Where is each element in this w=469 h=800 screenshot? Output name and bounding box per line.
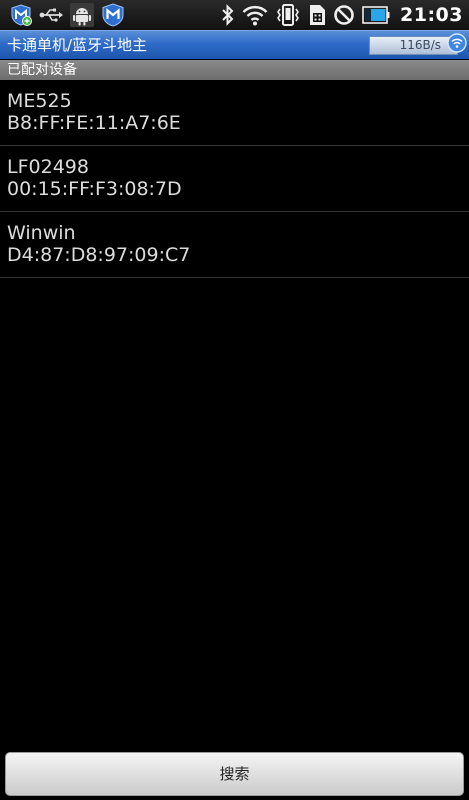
wifi-badge-icon (447, 33, 467, 53)
paired-devices-header: 已配对设备 (0, 60, 469, 80)
app-title: 卡通单机/蓝牙斗地主 (7, 36, 148, 54)
status-clock: 21:03 (400, 4, 463, 26)
shield-icon (102, 3, 124, 27)
status-bar: 21:03 (0, 0, 469, 30)
device-name: Winwin (7, 222, 76, 244)
device-address: D4:87:D8:97:09:C7 (7, 244, 191, 266)
vibrate-icon (277, 4, 299, 26)
device-name: LF02498 (7, 156, 89, 178)
device-item-lf02498[interactable]: LF02498 00:15:FF:F3:08:7D (0, 146, 469, 212)
paired-device-list: ME525 B8:FF:FE:11:A7:6E LF02498 00:15:FF… (0, 80, 469, 278)
device-item-winwin[interactable]: Winwin D4:87:D8:97:09:C7 (0, 212, 469, 278)
device-address: B8:FF:FE:11:A7:6E (7, 112, 181, 134)
bluetooth-icon (222, 4, 234, 26)
wifi-icon (242, 5, 268, 26)
device-address: 00:15:FF:F3:08:7D (7, 178, 182, 200)
shield-notification-icon (11, 4, 32, 26)
sim-icon (310, 5, 326, 25)
usb-icon (39, 8, 63, 22)
search-button[interactable]: 搜索 (5, 752, 464, 796)
status-bar-system: 21:03 (221, 0, 469, 30)
device-name: ME525 (7, 90, 72, 112)
status-bar-notifications (0, 0, 125, 30)
network-speed-indicator: 116B/s (369, 36, 458, 55)
no-signal-icon (334, 5, 354, 25)
title-bar: 卡通单机/蓝牙斗地主 116B/s (0, 30, 469, 59)
bluetooth-device-screen: 21:03 卡通单机/蓝牙斗地主 116B/s 已配对设备 ME525 B8:F… (0, 0, 469, 800)
battery-icon (362, 6, 390, 24)
android-debug-icon (70, 3, 94, 27)
device-item-me525[interactable]: ME525 B8:FF:FE:11:A7:6E (0, 80, 469, 146)
